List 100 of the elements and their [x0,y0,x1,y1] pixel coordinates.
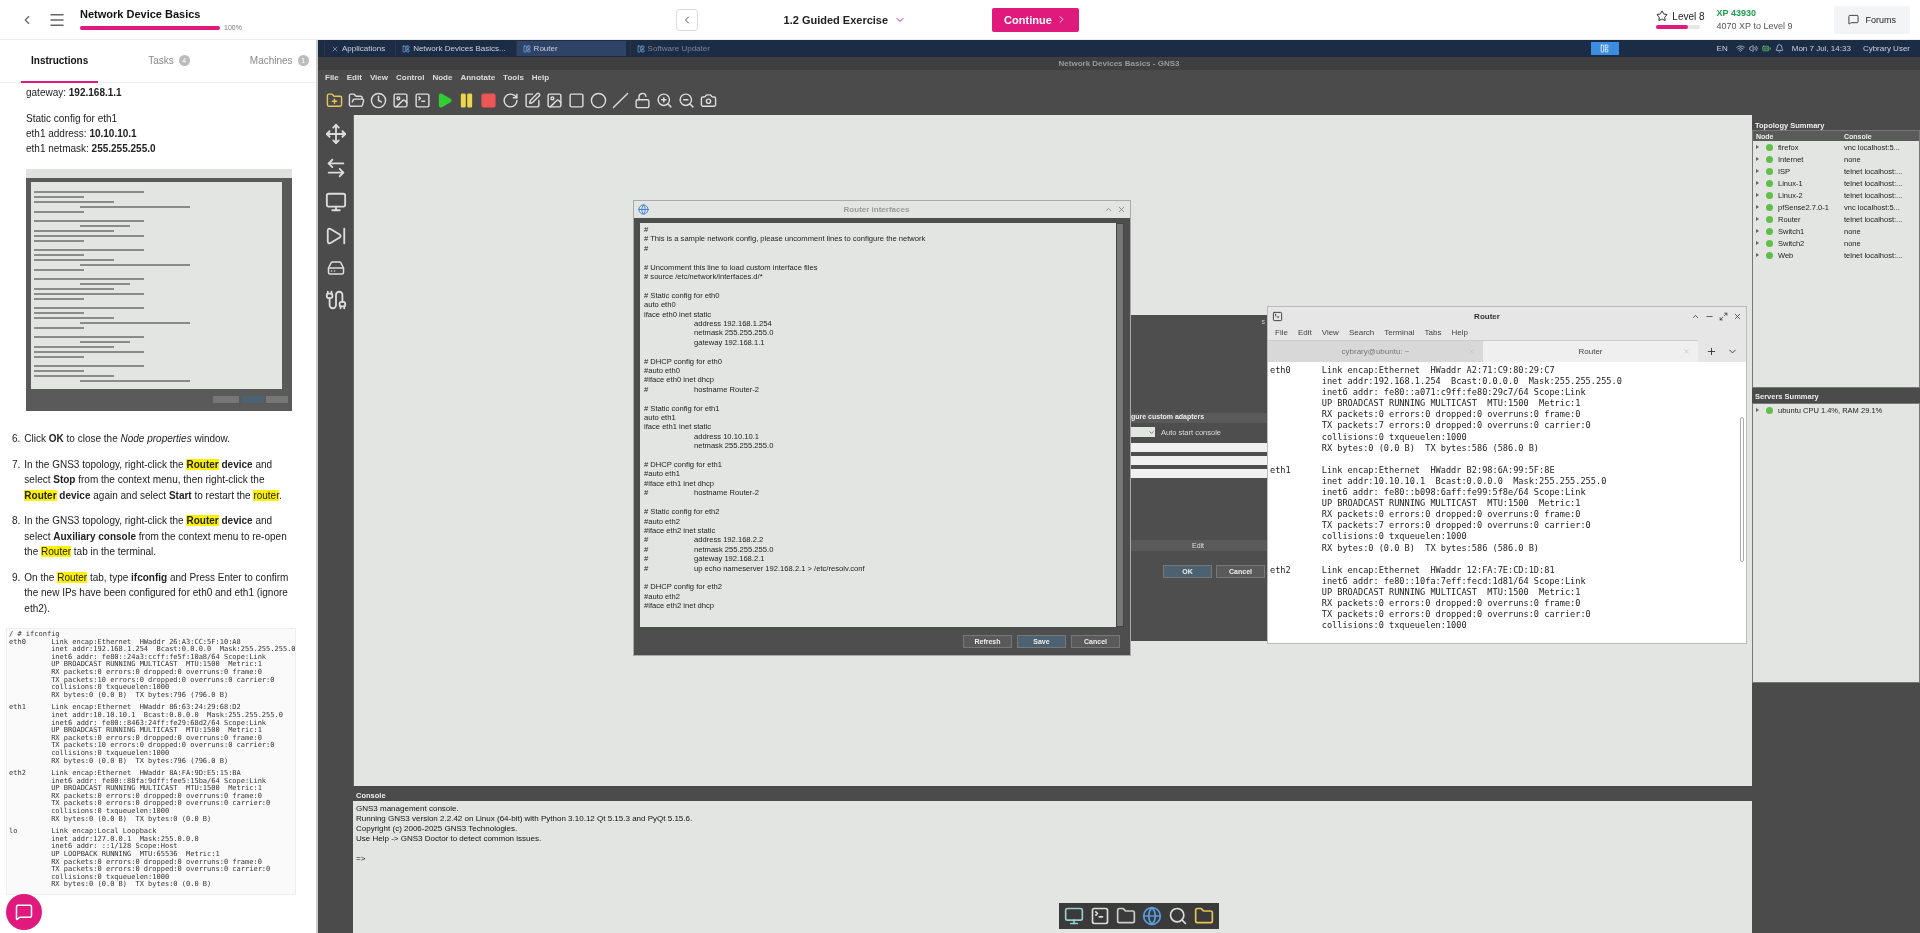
caret-icon [1148,428,1155,436]
expand-icon[interactable] [1756,408,1759,412]
close-icon[interactable] [1733,311,1742,321]
cable-icon[interactable] [324,289,347,311]
menu-item[interactable]: View [366,73,391,82]
globe-icon[interactable] [1142,906,1162,926]
terminal-icon[interactable] [414,91,431,109]
panel-tab[interactable]: Instructions [21,40,99,83]
clock[interactable]: Mon 7 Jul, 14:33 [1791,44,1851,53]
menu-item[interactable]: Node [429,73,456,82]
bell-icon[interactable] [1774,44,1784,53]
edit-icon[interactable] [524,91,541,109]
config-text: Static config for eth1 [26,112,119,126]
move-icon[interactable] [324,123,347,145]
expand-icon[interactable] [1756,241,1759,245]
volume-icon[interactable] [1748,44,1758,53]
expand-icon[interactable] [1756,229,1759,233]
folder-icon[interactable] [1116,906,1136,926]
window-icon [522,44,531,53]
continue-button[interactable]: Continue [992,7,1079,32]
status-dot [1766,215,1773,223]
menu-item[interactable]: Tabs [1421,328,1445,337]
menu-item[interactable]: Help [528,73,553,82]
topology-canvas[interactable] [353,115,1752,786]
step-text: In the GNS3 topology, right-click the Router device and select Auxiliary console from the context menu to re-open the Router tab in the terminal. [24,514,288,559]
menu-item[interactable]: Control [393,73,428,82]
terminal-tab[interactable]: Router [1483,340,1698,362]
expand-icon[interactable] [1756,205,1759,209]
expand-icon[interactable] [1756,217,1759,221]
monitor-icon[interactable] [1064,906,1084,926]
skip-forward-icon[interactable] [324,225,347,247]
exercise-dropdown[interactable]: 1.2 Guided Exercise [777,12,913,27]
menu-item[interactable]: Terminal [1381,328,1418,337]
chat-icon [1848,14,1860,25]
zoom-in-icon[interactable] [656,91,673,109]
terminal-line: inet addr:10.10.10.1 Bcast:0.0.0.0 Mask:255.255.255.0 [1320,475,1608,488]
expand-icon[interactable] [1756,253,1759,257]
folder-open-icon[interactable] [348,91,365,109]
folder-icon[interactable] [1194,906,1214,926]
terminal-line: RX packets:0 errors:0 dropped:0 overruns:0 frame:0 [1320,509,1582,521]
expand-icon[interactable] [1756,193,1759,197]
input-field[interactable] [1129,469,1267,478]
menu-item[interactable]: Edit [343,73,365,82]
chat-button[interactable] [6,894,42,930]
taskbar-item[interactable]: Applications [324,41,392,56]
expand-icon[interactable] [1756,169,1759,173]
terminal-line: eth0 Link encap:Ethernet HWaddr A2:71:C9:80:29:C7 [1270,365,1556,377]
pause-icon[interactable] [458,91,475,109]
status-dot [1766,251,1773,259]
plus-icon[interactable] [1706,345,1717,357]
device-icon[interactable] [326,259,345,277]
menu-item[interactable]: Edit [1294,328,1315,337]
terminal-line: collisions:0 txqueuelen:1000 [1320,531,1468,543]
workspace-button[interactable] [1590,42,1619,55]
menu-item[interactable]: File [1272,328,1291,337]
reload-icon[interactable] [502,91,519,109]
config-text: gateway: 192.168.1.1 [26,86,123,100]
battery-icon[interactable] [1761,44,1771,53]
taskbar-item[interactable]: Network Devices Basics... [395,41,512,56]
forums-button[interactable]: Forums [1834,5,1910,34]
menu-item[interactable]: Tools [500,73,527,82]
new-folder-icon[interactable] [326,91,343,109]
console-prompt[interactable]: => [353,854,1752,864]
step-text: On the Router tab, type ifconfig and Press Enter to confirm the new IPs have been configured for eth0 and eth1 (ignore eth2). [24,570,290,616]
ellipse-icon[interactable] [590,91,607,109]
stop-icon[interactable] [480,91,497,109]
maximize-icon[interactable] [1719,311,1728,321]
scrollbar[interactable] [1740,417,1744,562]
keyboard-language[interactable]: EN [1716,44,1728,53]
clock-icon[interactable] [370,91,387,109]
unlock-icon[interactable] [634,91,651,109]
monitor-icon[interactable] [324,191,347,213]
picture-icon[interactable] [546,91,563,109]
terminal-line: UP BROADCAST RUNNING MULTICAST MTU:1500 Metric:1 [1320,586,1582,598]
user-menu[interactable]: Cybrary User [1858,44,1914,53]
chat-icon [15,903,33,921]
expand-icon[interactable] [1756,157,1759,161]
console-line: GNS3 management console. [355,804,460,814]
terminal-line: RX packets:0 errors:0 dropped:0 overruns:0 frame:0 [1320,409,1582,421]
rectangle-icon[interactable] [568,91,585,109]
scrollbar[interactable] [1116,223,1124,627]
menu-item[interactable]: Annotate [457,73,499,82]
terminal-icon[interactable] [1090,906,1110,926]
expand-icon[interactable] [1756,181,1759,185]
taskbar-item[interactable]: Software Updater [629,41,760,56]
taskbar-item[interactable]: Router [515,41,626,56]
play-icon[interactable] [436,91,453,109]
camera-icon[interactable] [700,91,717,109]
menu-item[interactable]: File [322,73,342,82]
menu-item[interactable]: Search [1345,328,1378,337]
menu-item[interactable]: Help [1448,328,1471,337]
zoom-out-icon[interactable] [678,91,695,109]
search-icon[interactable] [1168,906,1188,926]
input-field[interactable] [1129,443,1267,452]
input-field[interactable] [1129,456,1267,465]
wifi-icon[interactable] [1735,44,1745,53]
expand-icon[interactable] [1756,145,1759,149]
image-icon[interactable] [392,91,409,109]
menu-item[interactable]: View [1318,328,1342,337]
line-icon[interactable] [612,91,629,109]
